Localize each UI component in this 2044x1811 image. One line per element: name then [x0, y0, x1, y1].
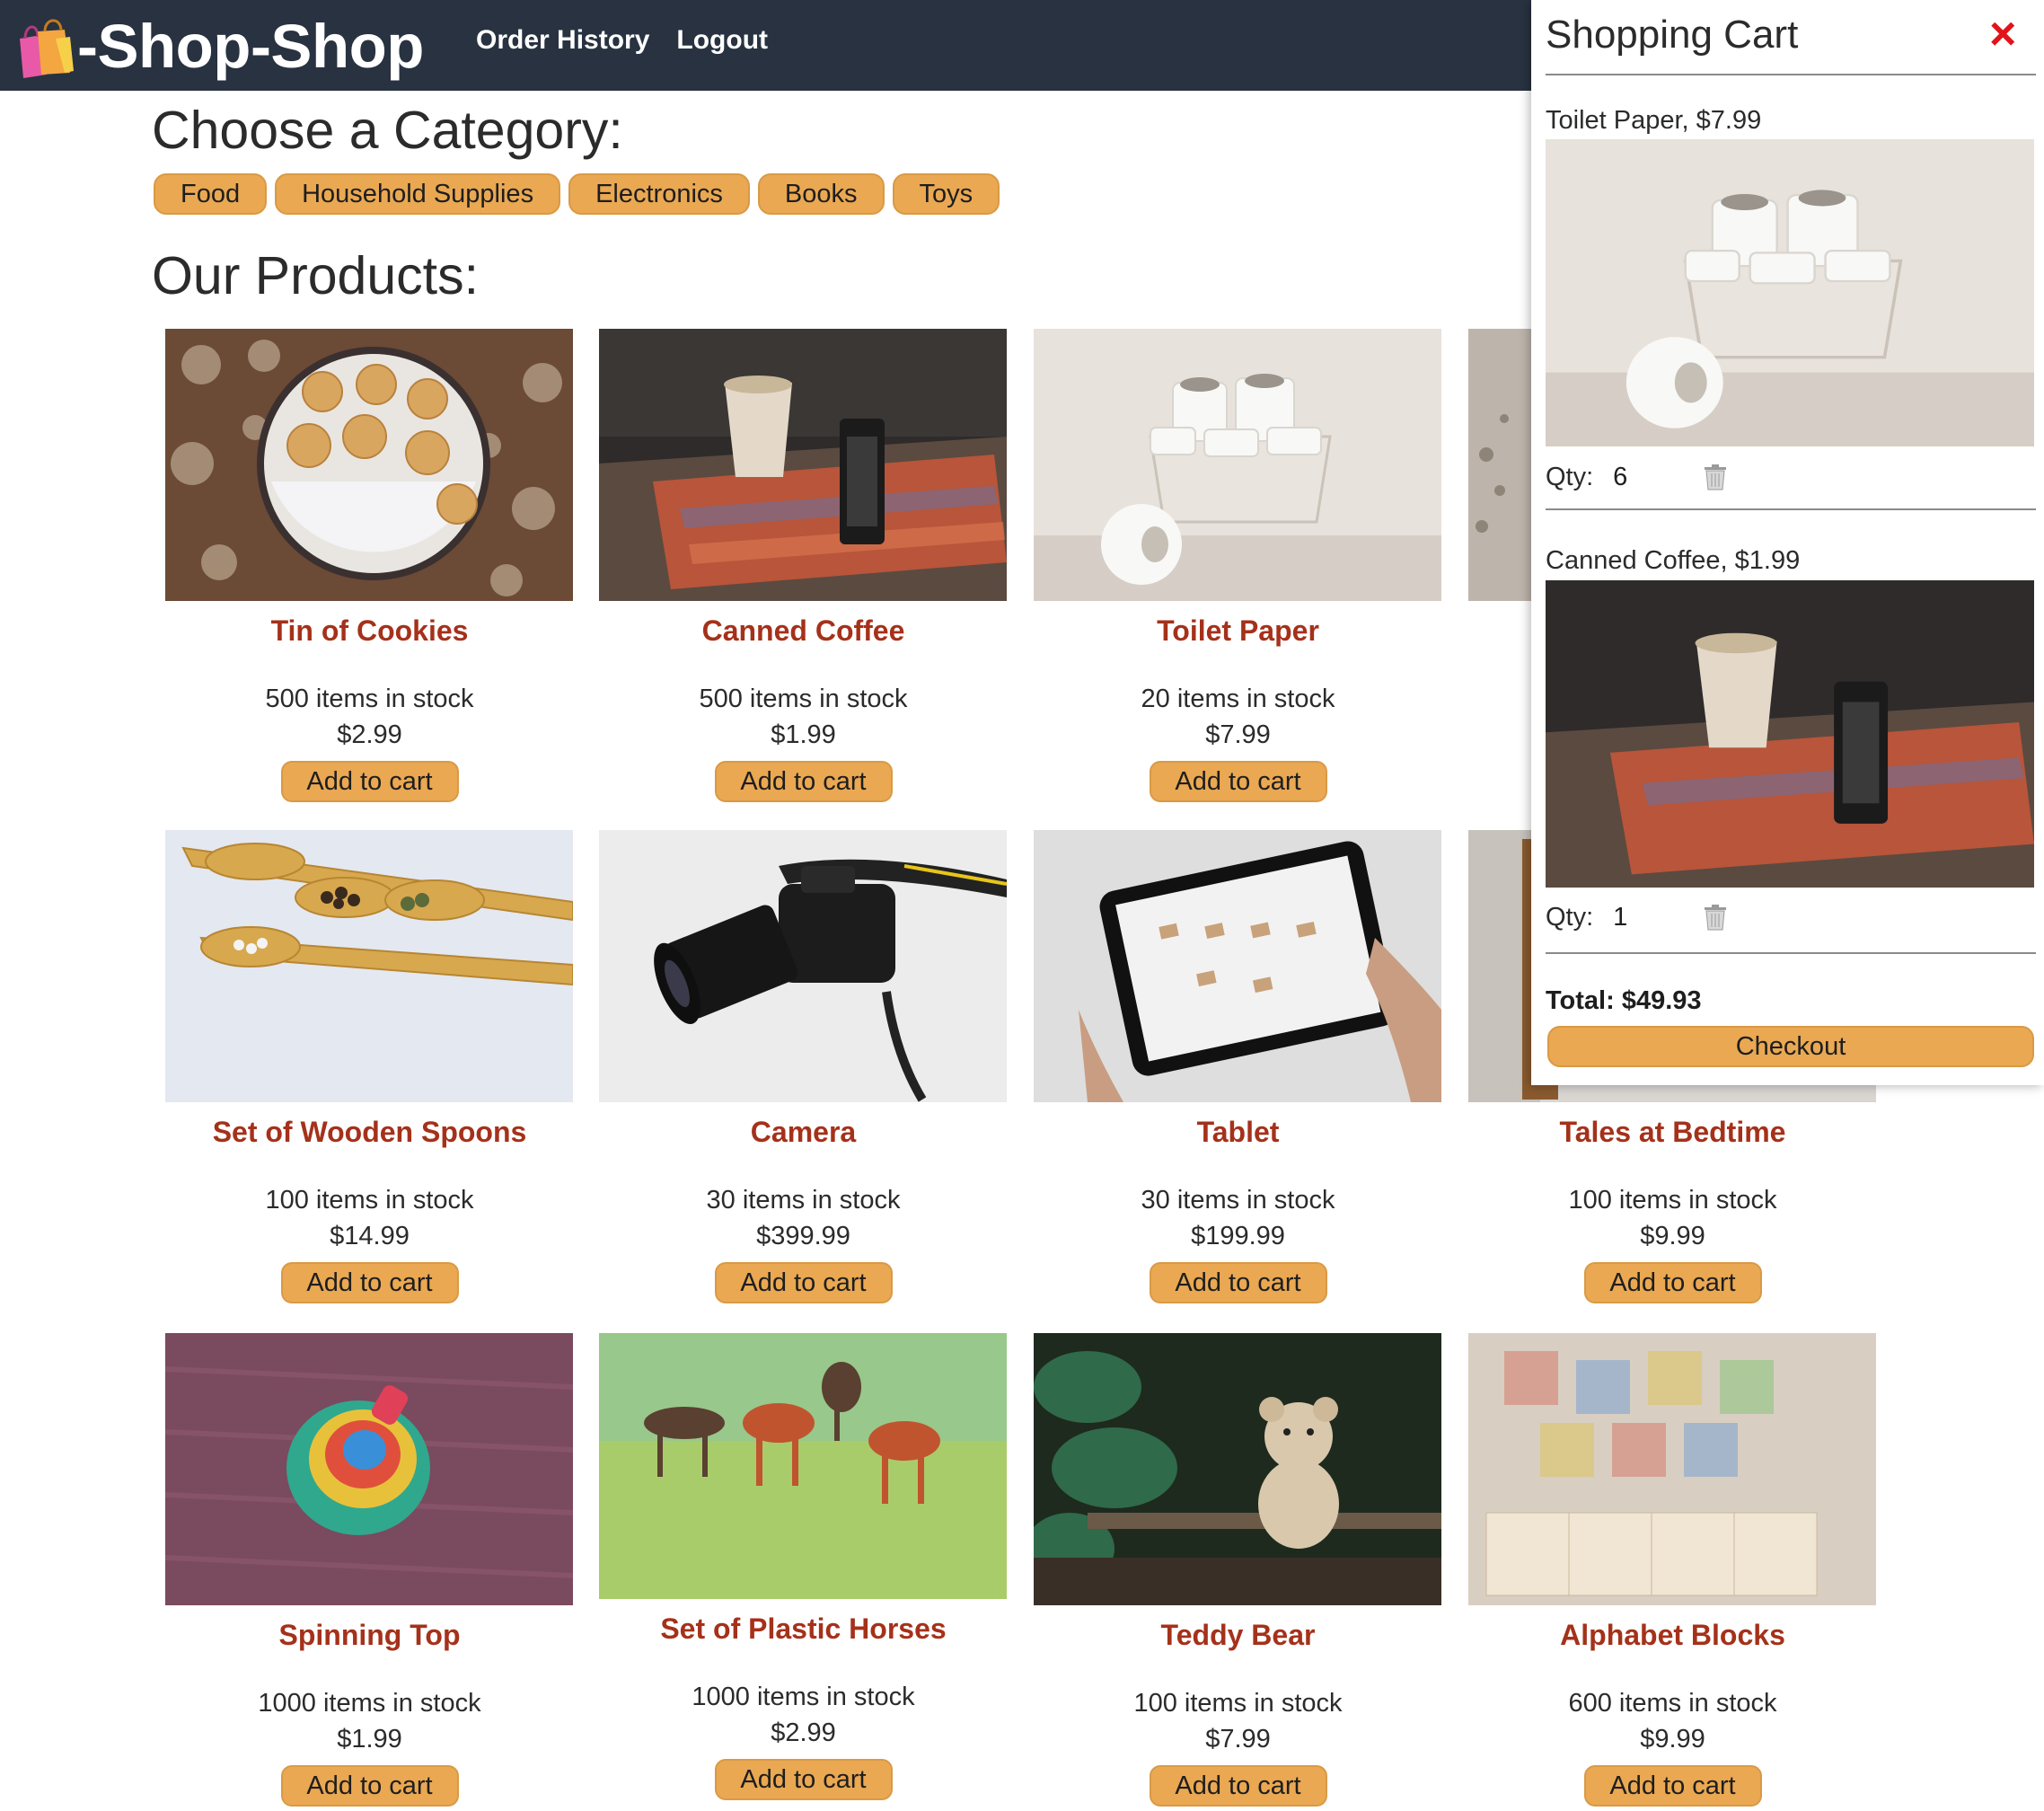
- product-image-toilet-paper[interactable]: [1034, 329, 1441, 601]
- cart-item-image-toilet-paper: [1546, 139, 2034, 446]
- product-card: Teddy Bear 100 items in stock $7.99 Add …: [1034, 1333, 1442, 1807]
- cart-total: Total: $49.93: [1546, 986, 1702, 1015]
- product-stock: 100 items in stock: [265, 1186, 474, 1215]
- shopping-cart-panel: Shopping Cart × Toilet Paper, $7.99 Qty:…: [1531, 0, 2044, 1085]
- product-name[interactable]: Canned Coffee: [599, 614, 1008, 649]
- product-name[interactable]: Tin of Cookies: [165, 614, 574, 649]
- product-card: Tin of Cookies 500 items in stock $2.99 …: [165, 329, 574, 802]
- product-price: $399.99: [756, 1222, 850, 1250]
- product-price: $2.99: [771, 1718, 836, 1747]
- product-image-wooden-spoons[interactable]: [165, 830, 573, 1102]
- product-stock: 500 items in stock: [265, 685, 474, 713]
- cart-divider: [1546, 74, 2036, 75]
- shopping-bags-icon: [20, 19, 74, 78]
- products-heading: Our Products:: [152, 246, 479, 305]
- cart-divider: [1546, 952, 2036, 954]
- product-stock: 500 items in stock: [699, 685, 908, 713]
- cart-qty-row: Qty:: [1546, 462, 1728, 492]
- product-name[interactable]: Camera: [599, 1116, 1008, 1150]
- cart-item-image-canned-coffee: [1546, 580, 2034, 888]
- close-icon[interactable]: ×: [1989, 9, 2016, 59]
- product-price: $2.99: [337, 720, 402, 749]
- product-price: $9.99: [1640, 1222, 1705, 1250]
- product-name[interactable]: Tablet: [1034, 1116, 1442, 1150]
- product-stock: 1000 items in stock: [258, 1689, 481, 1718]
- product-image-tablet[interactable]: [1034, 830, 1441, 1102]
- add-to-cart-button[interactable]: Add to cart: [280, 1262, 459, 1303]
- nav-links: Order History Logout: [476, 25, 768, 56]
- cart-item-label: Canned Coffee, $1.99: [1546, 546, 1801, 575]
- qty-label: Qty:: [1546, 902, 1594, 932]
- product-image-plastic-horses[interactable]: [599, 1333, 1007, 1599]
- add-to-cart-button[interactable]: Add to cart: [1149, 1262, 1327, 1303]
- product-card: Spinning Top 1000 items in stock $1.99 A…: [165, 1333, 574, 1807]
- add-to-cart-button[interactable]: Add to cart: [1583, 1765, 1762, 1807]
- product-stock: 30 items in stock: [706, 1186, 901, 1215]
- cart-qty-row: Qty:: [1546, 902, 1728, 932]
- product-card: Camera 30 items in stock $399.99 Add to …: [599, 830, 1008, 1303]
- add-to-cart-button[interactable]: Add to cart: [280, 1765, 459, 1807]
- product-image-alphabet-blocks[interactable]: [1468, 1333, 1876, 1605]
- product-stock: 20 items in stock: [1141, 685, 1335, 713]
- product-stock: 100 items in stock: [1133, 1689, 1343, 1718]
- product-card: Toilet Paper 20 items in stock $7.99 Add…: [1034, 329, 1442, 802]
- cart-title: Shopping Cart: [1546, 13, 1799, 57]
- product-price: $9.99: [1640, 1725, 1705, 1754]
- product-name[interactable]: Alphabet Blocks: [1468, 1619, 1877, 1653]
- category-list: Food Household Supplies Electronics Book…: [154, 173, 1000, 215]
- product-price: $7.99: [1205, 1725, 1271, 1754]
- product-name[interactable]: Set of Plastic Horses: [599, 1612, 1008, 1647]
- product-card: Alphabet Blocks 600 items in stock $9.99…: [1468, 1333, 1877, 1807]
- product-name[interactable]: Set of Wooden Spoons: [165, 1116, 574, 1150]
- product-price: $1.99: [337, 1725, 402, 1754]
- category-button-toys[interactable]: Toys: [892, 173, 1000, 215]
- product-stock: 100 items in stock: [1568, 1186, 1777, 1215]
- product-card: Canned Coffee 500 items in stock $1.99 A…: [599, 329, 1008, 802]
- cart-divider: [1546, 508, 2036, 510]
- product-price: $199.99: [1191, 1222, 1285, 1250]
- product-card: Set of Plastic Horses 1000 items in stoc…: [599, 1333, 1008, 1800]
- categories-heading: Choose a Category:: [152, 101, 623, 160]
- trash-icon[interactable]: [1703, 904, 1728, 931]
- category-button-books[interactable]: Books: [757, 173, 885, 215]
- brand-logo[interactable]: -Shop-Shop: [11, 7, 424, 84]
- qty-label: Qty:: [1546, 462, 1594, 491]
- add-to-cart-button[interactable]: Add to cart: [714, 1262, 893, 1303]
- product-stock: 1000 items in stock: [692, 1683, 915, 1711]
- product-image-spinning-top[interactable]: [165, 1333, 573, 1605]
- product-price: $7.99: [1205, 720, 1271, 749]
- product-name[interactable]: Toilet Paper: [1034, 614, 1442, 649]
- qty-input[interactable]: [1613, 902, 1686, 932]
- brand-name: -Shop-Shop: [77, 11, 424, 81]
- product-image-cookies[interactable]: [165, 329, 573, 601]
- product-name[interactable]: Tales at Bedtime: [1468, 1116, 1877, 1150]
- qty-input[interactable]: [1613, 462, 1686, 492]
- order-history-link[interactable]: Order History: [476, 25, 649, 56]
- product-card: Tablet 30 items in stock $199.99 Add to …: [1034, 830, 1442, 1303]
- product-name[interactable]: Teddy Bear: [1034, 1619, 1442, 1653]
- category-button-food[interactable]: Food: [154, 173, 268, 215]
- product-name[interactable]: Spinning Top: [165, 1619, 574, 1653]
- category-button-household-supplies[interactable]: Household Supplies: [275, 173, 561, 215]
- product-image-teddy-bear[interactable]: [1034, 1333, 1441, 1605]
- add-to-cart-button[interactable]: Add to cart: [1583, 1262, 1762, 1303]
- product-price: $1.99: [771, 720, 836, 749]
- product-stock: 600 items in stock: [1568, 1689, 1777, 1718]
- product-image-camera[interactable]: [599, 830, 1007, 1102]
- add-to-cart-button[interactable]: Add to cart: [280, 761, 459, 802]
- product-price: $14.99: [330, 1222, 410, 1250]
- checkout-button[interactable]: Checkout: [1547, 1026, 2034, 1067]
- add-to-cart-button[interactable]: Add to cart: [1149, 1765, 1327, 1807]
- product-card: Set of Wooden Spoons 100 items in stock …: [165, 830, 574, 1303]
- category-button-electronics[interactable]: Electronics: [568, 173, 750, 215]
- add-to-cart-button[interactable]: Add to cart: [714, 1759, 893, 1800]
- add-to-cart-button[interactable]: Add to cart: [1149, 761, 1327, 802]
- product-stock: 30 items in stock: [1141, 1186, 1335, 1215]
- trash-icon[interactable]: [1703, 464, 1728, 490]
- logout-link[interactable]: Logout: [676, 25, 768, 56]
- add-to-cart-button[interactable]: Add to cart: [714, 761, 893, 802]
- product-image-canned-coffee[interactable]: [599, 329, 1007, 601]
- cart-item-label: Toilet Paper, $7.99: [1546, 106, 1762, 135]
